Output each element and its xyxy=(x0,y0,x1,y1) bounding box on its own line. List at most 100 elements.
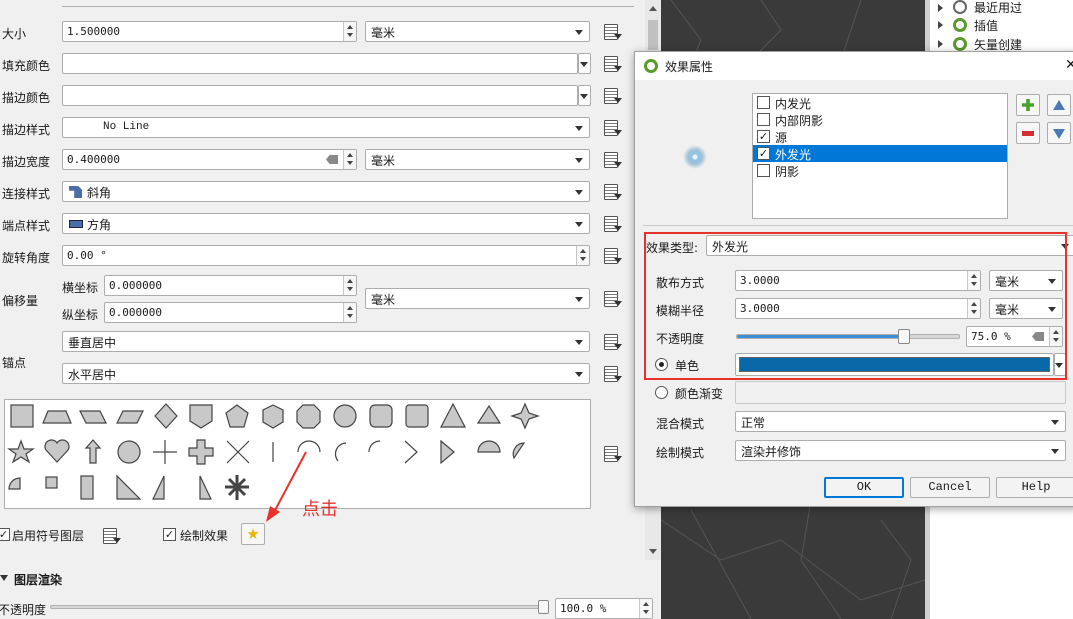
shape-diamond[interactable] xyxy=(154,403,178,429)
shape-half-arrow[interactable] xyxy=(199,475,212,500)
rotation-data-defined-icon[interactable] xyxy=(601,246,623,266)
shape-parallelogram-left[interactable] xyxy=(116,410,144,424)
top-divider xyxy=(62,6,634,7)
shape-rounded-octagon[interactable] xyxy=(369,404,393,428)
rotation-input[interactable]: 0.00 ° xyxy=(62,245,590,266)
tree-item-interpolation[interactable]: 插值 xyxy=(936,18,1073,33)
shape-trapezoid[interactable] xyxy=(42,410,72,424)
offset-x-input[interactable]: 0.000000 xyxy=(104,275,357,296)
size-data-defined-icon[interactable] xyxy=(601,22,623,42)
highlight-box xyxy=(644,232,1067,380)
enable-layer-checkbox[interactable]: ✓ xyxy=(0,528,10,541)
shape-x[interactable] xyxy=(226,440,250,464)
layer-opacity-slider[interactable] xyxy=(50,605,544,609)
shape-triangle[interactable] xyxy=(440,402,466,428)
close-icon[interactable]: ✕ xyxy=(1065,57,1073,73)
gradient-radio[interactable] xyxy=(655,386,668,399)
shape-star5[interactable] xyxy=(7,439,35,464)
anchor-horizontal-select[interactable]: 水平居中 xyxy=(62,363,590,384)
collapse-icon[interactable] xyxy=(0,575,8,581)
shape-hexagon[interactable] xyxy=(262,404,284,429)
shape-star4[interactable] xyxy=(510,402,540,430)
anchor-vertical-select[interactable]: 垂直居中 xyxy=(62,331,590,352)
shape-parallelogram-right[interactable] xyxy=(79,410,107,424)
move-down-button[interactable] xyxy=(1047,122,1071,144)
fill-color-data-defined-icon[interactable] xyxy=(601,54,623,74)
shape-asterisk[interactable] xyxy=(225,475,249,500)
shape-half-circle[interactable] xyxy=(477,440,501,453)
draw-mode-select[interactable]: 渲染并修饰 xyxy=(735,440,1066,461)
size-input[interactable]: 1.500000 xyxy=(62,21,357,42)
layer-opacity-handle[interactable] xyxy=(538,600,549,614)
join-style-label: 连接样式 xyxy=(2,187,51,201)
shape-cross-fill[interactable] xyxy=(188,439,214,465)
shape-filled-arrowhead[interactable] xyxy=(440,439,455,465)
size-unit-select[interactable]: 毫米 xyxy=(365,21,590,42)
shape-small-square[interactable] xyxy=(45,476,58,489)
move-up-button[interactable] xyxy=(1047,94,1071,116)
fill-color-dropdown[interactable] xyxy=(578,53,591,74)
stroke-style-select[interactable]: No Line xyxy=(62,117,590,138)
enable-layer-data-defined-icon[interactable] xyxy=(100,526,122,546)
shape-left-half-triangle[interactable] xyxy=(152,475,165,500)
shape-third-arc[interactable] xyxy=(334,442,347,462)
cap-style-select[interactable]: 方角 xyxy=(62,213,590,234)
shape-quarter-circle[interactable] xyxy=(8,477,21,490)
effect-item[interactable]: 阴影 xyxy=(753,162,1007,179)
dialog-title: 效果属性 xyxy=(665,60,714,74)
shape-cross[interactable] xyxy=(153,440,177,464)
shape-rectangle[interactable] xyxy=(80,475,94,500)
shape-arrow[interactable] xyxy=(84,439,102,464)
customize-effects-button[interactable] xyxy=(241,523,265,545)
stroke-width-unit-select[interactable]: 毫米 xyxy=(365,149,590,170)
clear-icon[interactable] xyxy=(326,155,338,164)
shape-circle[interactable] xyxy=(333,404,357,428)
effect-item[interactable]: 内发光 xyxy=(753,94,1007,111)
shape-half-triangle[interactable] xyxy=(476,404,502,424)
shape-right-half-triangle[interactable] xyxy=(116,474,142,500)
offset-unit-select[interactable]: 毫米 xyxy=(365,288,590,309)
ok-button[interactable]: OK xyxy=(824,477,904,498)
effect-item[interactable]: 内部阴影 xyxy=(753,111,1007,128)
cap-style-data-defined-icon[interactable] xyxy=(601,214,623,234)
effect-item[interactable]: ✓ 源 xyxy=(753,128,1007,145)
anchor-v-data-defined-icon[interactable] xyxy=(601,332,623,352)
stroke-width-input[interactable]: 0.400000 xyxy=(62,149,357,170)
shape-quarter-arc[interactable] xyxy=(368,440,381,453)
blend-mode-select[interactable]: 正常 xyxy=(735,411,1066,432)
shape-rounded-square[interactable] xyxy=(405,404,429,428)
tree-item-vector-create[interactable]: 矢量创建 xyxy=(936,37,1073,52)
blend-mode-label: 混合模式 xyxy=(656,417,705,431)
shape-square[interactable] xyxy=(10,404,34,428)
shape-arrowhead[interactable] xyxy=(404,440,418,464)
shape-shield[interactable] xyxy=(189,404,213,429)
draw-effects-checkbox[interactable]: ✓ xyxy=(163,528,176,541)
add-effect-button[interactable] xyxy=(1016,94,1040,116)
shape-heart[interactable] xyxy=(44,439,70,463)
shape-data-defined-icon[interactable] xyxy=(601,444,623,464)
help-button[interactable]: Help xyxy=(996,477,1073,498)
shape-octagon[interactable] xyxy=(296,404,321,429)
anchor-h-data-defined-icon[interactable] xyxy=(601,364,623,384)
stroke-style-data-defined-icon[interactable] xyxy=(601,118,623,138)
cancel-button[interactable]: Cancel xyxy=(910,477,990,498)
shape-pentagon[interactable] xyxy=(225,404,249,428)
fill-color-button[interactable] xyxy=(62,53,578,74)
shape-third-circle[interactable] xyxy=(512,442,526,460)
effect-item-selected[interactable]: ✓ 外发光 xyxy=(753,145,1007,162)
join-style-select[interactable]: 斜角 xyxy=(62,181,590,202)
gradient-ramp-button[interactable] xyxy=(735,381,1066,404)
layer-opacity-input[interactable]: 100.0 % xyxy=(555,598,653,619)
stroke-width-data-defined-icon[interactable] xyxy=(601,150,623,170)
shape-circle-2[interactable] xyxy=(117,440,141,464)
draw-mode-label: 绘制模式 xyxy=(656,446,705,460)
draw-effects-label: 绘制效果 xyxy=(180,529,229,543)
stroke-color-data-defined-icon[interactable] xyxy=(601,86,623,106)
tree-item-recent[interactable]: 最近用过 xyxy=(936,0,1073,15)
remove-effect-button[interactable] xyxy=(1016,122,1040,144)
offset-y-input[interactable]: 0.000000 xyxy=(104,302,357,323)
join-style-data-defined-icon[interactable] xyxy=(601,182,623,202)
stroke-color-dropdown[interactable] xyxy=(578,85,591,106)
stroke-color-button[interactable] xyxy=(62,85,578,106)
offset-data-defined-icon[interactable] xyxy=(601,289,623,309)
